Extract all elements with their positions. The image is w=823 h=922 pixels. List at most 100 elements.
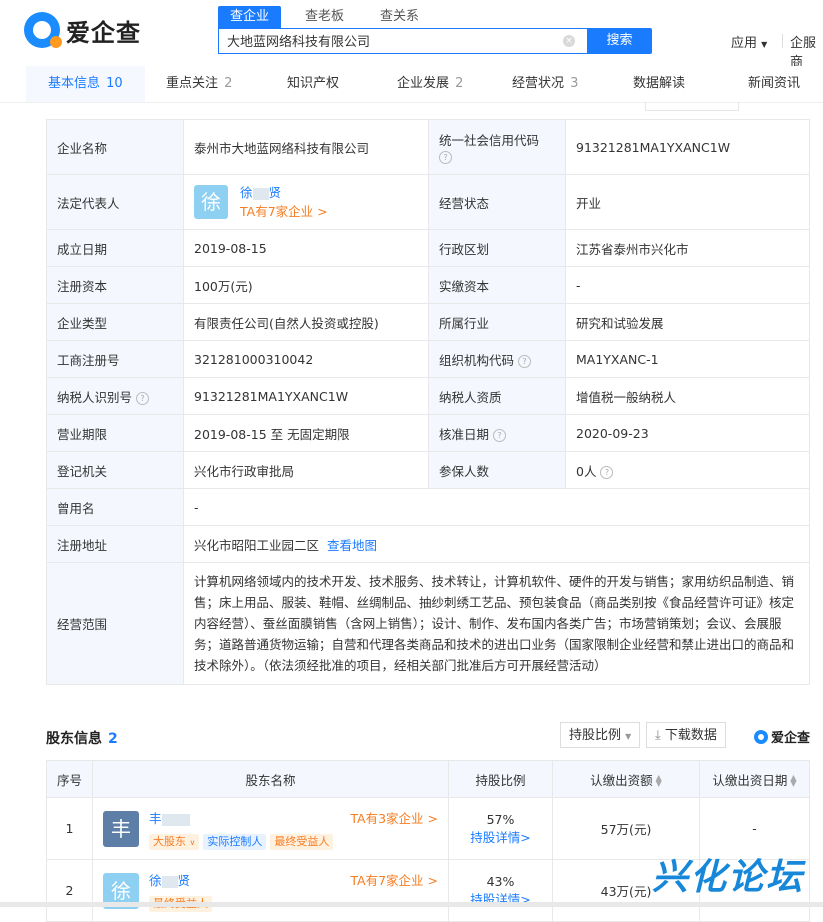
tag-group: 大股东 ∨ 实际控制人 最终受益人: [149, 833, 337, 850]
shareholders-count: 2: [108, 731, 118, 747]
label-former-name: 曾用名: [46, 488, 184, 526]
tab-label: 重点关注: [166, 76, 219, 91]
value-founded: 2019-08-15: [183, 229, 429, 267]
col-name: 股东名称: [92, 760, 449, 798]
shareholder-name-link[interactable]: 徐贤: [149, 870, 190, 889]
share-detail-link[interactable]: 持股详情>: [470, 830, 531, 845]
name-part: 贤: [268, 185, 282, 200]
name-part: 贤: [177, 873, 191, 888]
help-icon[interactable]: ?: [600, 465, 614, 479]
legal-rep-name-link[interactable]: 徐贤: [240, 185, 281, 200]
caret-down-icon: ▼: [761, 40, 768, 49]
tag-major-shareholder[interactable]: 大股东 ∨: [149, 834, 200, 850]
insured-text: 0人: [576, 463, 597, 479]
ratio-dropdown[interactable]: 持股比例 ▼: [560, 722, 641, 748]
tab-development[interactable]: 企业发展 2: [397, 66, 463, 102]
watermark-logo: 兴化论坛: [652, 857, 805, 898]
label-industry: 所属行业: [428, 303, 566, 341]
label-approve-date: 核准日期?: [428, 414, 566, 452]
org-code-label-text: 组织机构代码: [439, 352, 515, 368]
logo-icon: [24, 12, 62, 48]
help-icon[interactable]: ?: [518, 354, 532, 368]
col-amount[interactable]: 认缴出资额 ▲ ▼: [552, 760, 700, 798]
sort-icon: ▲ ▼: [790, 773, 797, 788]
help-icon[interactable]: ?: [439, 151, 452, 164]
view-map-link[interactable]: 查看地图: [327, 538, 377, 553]
col-amount-label: 认缴出资额: [590, 772, 653, 788]
row-ratio: 57% 持股详情>: [448, 797, 553, 860]
value-term: 2019-08-15 至 无固定期限: [183, 414, 429, 452]
divider: [782, 34, 783, 48]
basic-info-table: 企业名称 泰州市大地蓝网络科技有限公司 统一社会信用代码? 91321281MA…: [46, 119, 810, 685]
label-address: 注册地址: [46, 525, 184, 563]
download-label: 下载数据: [664, 728, 717, 743]
help-icon[interactable]: ?: [493, 428, 507, 442]
tab-basic-info[interactable]: 基本信息 10: [26, 66, 145, 102]
tab-count: 3: [570, 76, 579, 91]
brand-mini-logo: 爱企查: [754, 727, 810, 746]
value-former-name: -: [183, 488, 810, 526]
horizontal-scrollbar[interactable]: [0, 902, 823, 907]
avatar: 丰: [103, 811, 139, 847]
tab-search-company[interactable]: 查企业: [218, 6, 282, 28]
shareholder-name-link[interactable]: 丰: [149, 808, 190, 827]
label-scope: 经营范围: [46, 562, 184, 685]
value-capital: 100万(元): [183, 266, 429, 304]
ratio-value: 43%: [486, 873, 515, 889]
label-reg-no: 工商注册号: [46, 340, 184, 378]
search-button[interactable]: 搜索: [587, 28, 652, 54]
logo-icon: [754, 729, 768, 744]
tab-label: 新闻资讯: [748, 76, 801, 91]
name-part: 徐: [239, 185, 253, 200]
service-link[interactable]: 企服商: [790, 32, 823, 70]
value-taxpayer: 增值税一般纳税人: [565, 377, 810, 415]
section-tabs: 基本信息 10 重点关注 2 知识产权 企业发展 2 经营状况 3 数据解读 新…: [0, 66, 823, 103]
tab-ip[interactable]: 知识产权: [287, 66, 339, 102]
apps-menu[interactable]: 应用 ▼: [731, 32, 767, 51]
value-company-name: 泰州市大地蓝网络科技有限公司: [183, 119, 429, 175]
value-status: 开业: [565, 174, 810, 230]
value-industry: 研究和试验发展: [565, 303, 810, 341]
legal-rep-companies-link[interactable]: TA有7家企业 >: [240, 204, 328, 219]
label-status: 经营状态: [428, 174, 566, 230]
row-index: 1: [46, 797, 93, 860]
tab-search-relation[interactable]: 查关系: [368, 6, 431, 28]
label-tax-id: 纳税人识别号?: [46, 377, 184, 415]
label-region: 行政区划: [428, 229, 566, 267]
blur-mask: [161, 875, 178, 888]
value-org-code: MA1YXANC-1: [565, 340, 810, 378]
chevron-down-icon: ∨: [189, 838, 196, 847]
col-date[interactable]: 认缴出资日期 ▲ ▼: [699, 760, 810, 798]
clear-icon[interactable]: ×: [563, 35, 575, 47]
top-header: 爱企查 查企业 查老板 查关系 × 搜索 应用 ▼ 企服商: [0, 0, 823, 70]
tab-key-focus[interactable]: 重点关注 2: [166, 66, 232, 102]
tab-news[interactable]: 新闻资讯: [748, 66, 800, 102]
name-part: 丰: [149, 811, 162, 826]
value-insured: 0人?: [565, 451, 810, 489]
section-title-text: 股东信息: [46, 731, 102, 747]
name-part: 徐: [149, 873, 162, 888]
companies-link[interactable]: TA有7家企业 >: [350, 870, 438, 889]
tab-count: 2: [224, 76, 233, 91]
companies-link[interactable]: TA有3家企业 >: [350, 808, 438, 827]
value-company-type: 有限责任公司(自然人投资或控股): [183, 303, 429, 341]
tab-data-insight[interactable]: 数据解读: [633, 66, 685, 102]
tag-text: 大股东: [153, 835, 186, 848]
label-company-type: 企业类型: [46, 303, 184, 341]
tab-operation[interactable]: 经营状况 3: [512, 66, 578, 102]
search-type-tabs: 查企业 查老板 查关系: [218, 6, 443, 28]
tab-label: 数据解读: [633, 76, 686, 91]
download-button[interactable]: ⤓ 下载数据: [646, 722, 726, 748]
row-name-cell: 丰 丰 TA有3家企业 > 大股东 ∨ 实际控制人 最终受益人: [92, 797, 449, 860]
tab-label: 经营状况: [512, 76, 565, 91]
search-box: ×: [218, 28, 588, 54]
help-icon[interactable]: ?: [136, 391, 150, 405]
row-ratio: 43% 持股详情>: [448, 859, 553, 922]
brand-logo[interactable]: 爱企查: [24, 12, 141, 48]
tab-search-boss[interactable]: 查老板: [293, 6, 356, 28]
caret-down-icon: ▼: [625, 732, 632, 741]
avatar: 徐: [194, 185, 228, 219]
search-input[interactable]: [227, 33, 557, 48]
label-company-name: 企业名称: [46, 119, 184, 175]
label-founded: 成立日期: [46, 229, 184, 267]
